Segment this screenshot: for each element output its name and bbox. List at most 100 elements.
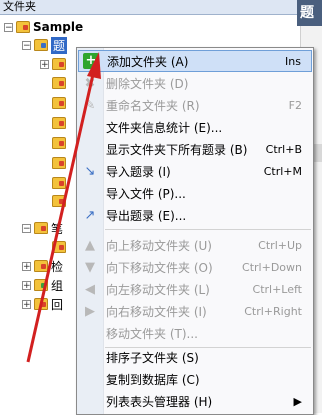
menu-item-show-all-records[interactable]: 显示文件夹下所有题录 (B) Ctrl+B [78, 138, 312, 160]
tree-node-child[interactable] [52, 135, 69, 151]
folder-icon [52, 241, 66, 253]
menu-item-shortcut: Ins [285, 54, 301, 68]
move-up-icon: ▲ [85, 237, 95, 253]
tree-node-child[interactable] [52, 155, 69, 171]
tree-node-child[interactable]: + [40, 56, 69, 72]
menu-item-label: 导入文件 (P)... [106, 186, 186, 201]
collapse-icon[interactable]: − [4, 22, 13, 32]
menu-item-label: 删除文件夹 (D) [106, 76, 189, 91]
menu-item-label: 添加文件夹 (A) [107, 54, 189, 69]
menu-item-label: 列表表头管理器 (H) [106, 394, 213, 409]
menu-item-move-left[interactable]: ◀ 向左移动文件夹 (L) Ctrl+Left [78, 278, 312, 300]
menu-item-label: 向右移动文件夹 (I) [106, 304, 207, 319]
menu-item-label: 导出题录 (E)... [106, 208, 187, 223]
tree-node-label: 笔 [51, 221, 64, 236]
tree-node-child[interactable] [52, 193, 69, 209]
menu-item-shortcut: Ctrl+Up [258, 238, 302, 252]
menu-item-shortcut: Ctrl+Down [242, 260, 302, 274]
menu-item-import-records[interactable]: ↘ 导入题录 (I) Ctrl+M [78, 160, 312, 182]
menu-item-label: 向下移动文件夹 (O) [106, 260, 213, 275]
blank-icon [82, 141, 98, 157]
blank-icon [82, 349, 98, 365]
menu-item-label: 复制到数据库 (C) [106, 372, 200, 387]
expand-icon[interactable]: + [22, 280, 31, 290]
menu-item-shortcut: Ctrl+Right [244, 304, 302, 318]
tree-node-root[interactable]: − Sample [4, 19, 83, 35]
export-icon: ↗ [84, 207, 96, 223]
folder-icon [52, 97, 66, 109]
menu-item-label: 移动文件夹 (T)... [106, 326, 198, 341]
tree-node-folder[interactable]: + 检 [22, 258, 63, 274]
context-menu: + 添加文件夹 (A) Ins ✖ 删除文件夹 (D) ✎ 重命名文件夹 (R)… [76, 47, 314, 415]
recycle-folder-icon [34, 298, 48, 310]
menu-item-folder-stats[interactable]: 文件夹信息统计 (E)... [78, 116, 312, 138]
blank-icon [82, 325, 98, 341]
delete-folder-icon: ✖ [84, 75, 96, 91]
tree-node-child[interactable] [52, 75, 69, 91]
menu-item-label: 重命名文件夹 (R) [106, 98, 200, 113]
tree-node-child[interactable] [52, 95, 69, 111]
menu-item-import-files[interactable]: 导入文件 (P)... [78, 182, 312, 204]
menu-item-rename-folder[interactable]: ✎ 重命名文件夹 (R) F2 [78, 94, 312, 116]
expand-icon[interactable]: + [40, 59, 49, 69]
add-folder-icon: + [83, 53, 99, 69]
blank-icon [82, 393, 98, 409]
move-down-icon: ▼ [85, 259, 95, 275]
submenu-arrow-icon: ▶ [293, 394, 302, 408]
menu-item-label: 向左移动文件夹 (L) [106, 282, 210, 297]
tree-node-child[interactable] [52, 239, 69, 255]
menu-item-label: 排序子文件夹 (S) [106, 350, 199, 365]
menu-item-shortcut: Ctrl+Left [252, 282, 302, 296]
tree-node-child[interactable] [52, 175, 69, 191]
folder-icon [34, 39, 48, 51]
collapse-icon[interactable]: − [22, 223, 31, 233]
menu-item-add-folder[interactable]: + 添加文件夹 (A) Ins [78, 50, 312, 72]
tree-node-label: 回 [51, 297, 64, 312]
move-left-icon: ◀ [85, 281, 95, 297]
tree-node-folder[interactable]: + 组 [22, 277, 63, 293]
folder-icon [34, 260, 48, 272]
folder-icon [52, 137, 66, 149]
folder-icon [34, 222, 48, 234]
menu-item-header-manager[interactable]: 列表表头管理器 (H) ▶ [78, 390, 312, 412]
database-icon [16, 21, 30, 33]
tree-node-folder[interactable]: + 回 [22, 296, 63, 312]
tree-node-label: 检 [51, 259, 64, 274]
blank-icon [82, 185, 98, 201]
folder-icon [52, 58, 66, 70]
folder-icon [52, 157, 66, 169]
menu-item-copy-to-database[interactable]: 复制到数据库 (C) [78, 368, 312, 390]
tree-node-selected[interactable]: − 题 [22, 36, 68, 54]
tree-node-folder[interactable]: − 笔 [22, 220, 63, 236]
menu-item-export-records[interactable]: ↗ 导出题录 (E)... [78, 204, 312, 226]
tree-node-child[interactable] [52, 115, 69, 131]
menu-item-shortcut: Ctrl+M [263, 164, 302, 178]
menu-separator [105, 229, 311, 230]
folder-icon [52, 77, 66, 89]
menu-item-move-folder[interactable]: 移动文件夹 (T)... [78, 322, 312, 344]
menu-item-label: 导入题录 (I) [106, 164, 171, 179]
blank-icon [82, 371, 98, 387]
menu-item-shortcut: F2 [288, 98, 302, 112]
menu-item-label: 文件夹信息统计 (E)... [106, 120, 223, 135]
menu-item-move-right[interactable]: ▶ 向右移动文件夹 (I) Ctrl+Right [78, 300, 312, 322]
folder-pane-title: 文件夹 [0, 0, 299, 15]
menu-item-shortcut: Ctrl+B [265, 142, 302, 156]
collapse-icon[interactable]: − [22, 40, 31, 50]
tree-root-label: Sample [33, 20, 84, 34]
tree-node-label: 组 [51, 278, 64, 293]
expand-icon[interactable]: + [22, 299, 31, 309]
menu-item-move-up[interactable]: ▲ 向上移动文件夹 (U) Ctrl+Up [78, 234, 312, 256]
expand-icon[interactable]: + [22, 261, 31, 271]
menu-item-label: 向上移动文件夹 (U) [106, 238, 212, 253]
folder-icon [52, 117, 66, 129]
folder-icon [34, 279, 48, 291]
move-right-icon: ▶ [85, 303, 95, 319]
menu-item-move-down[interactable]: ▼ 向下移动文件夹 (O) Ctrl+Down [78, 256, 312, 278]
folder-icon [52, 195, 66, 207]
menu-item-sort-subfolders[interactable]: 排序子文件夹 (S) [78, 346, 312, 368]
right-panel-header: 题 支 [297, 0, 322, 26]
blank-icon [82, 119, 98, 135]
menu-item-label: 显示文件夹下所有题录 (B) [106, 142, 248, 157]
menu-item-delete-folder[interactable]: ✖ 删除文件夹 (D) [78, 72, 312, 94]
